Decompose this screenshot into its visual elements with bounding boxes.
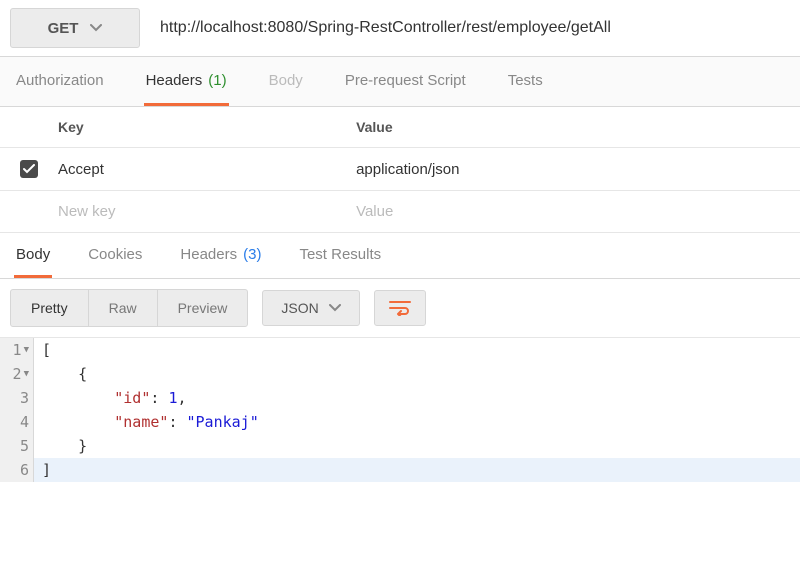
table-row: Accept application/json bbox=[0, 148, 800, 191]
response-tab-headers[interactable]: Headers (3) bbox=[178, 234, 263, 278]
line-number: 5 bbox=[0, 434, 34, 458]
code-line: 5 } bbox=[0, 434, 800, 458]
http-method-label: GET bbox=[48, 20, 79, 37]
response-toolbar: Pretty Raw Preview JSON bbox=[0, 279, 800, 338]
line-number: 4 bbox=[0, 410, 34, 434]
code-line: 2▼ { bbox=[0, 362, 800, 386]
chevron-down-icon bbox=[90, 24, 102, 32]
code-content: "id": 1, bbox=[34, 386, 800, 410]
line-number: 1▼ bbox=[0, 338, 34, 362]
view-pretty-button[interactable]: Pretty bbox=[11, 290, 89, 326]
headers-table: Key Value Accept application/json New ke… bbox=[0, 107, 800, 233]
fold-toggle-icon[interactable]: ▼ bbox=[24, 338, 29, 362]
checkmark-icon bbox=[23, 164, 35, 174]
header-key-cell[interactable]: Accept bbox=[44, 148, 342, 191]
code-content: [ bbox=[34, 338, 800, 362]
view-mode-segment: Pretty Raw Preview bbox=[10, 289, 248, 327]
language-dropdown[interactable]: JSON bbox=[262, 290, 359, 326]
code-content: ] bbox=[34, 458, 800, 482]
new-value-input[interactable]: Value bbox=[342, 191, 800, 233]
tab-tests[interactable]: Tests bbox=[506, 58, 545, 106]
code-line: 1▼[ bbox=[0, 338, 800, 362]
line-number: 6 bbox=[0, 458, 34, 482]
view-raw-button[interactable]: Raw bbox=[89, 290, 158, 326]
tab-body[interactable]: Body bbox=[267, 58, 305, 106]
response-tab-body[interactable]: Body bbox=[14, 234, 52, 278]
request-url-bar: GET bbox=[0, 0, 800, 57]
response-headers-count-badge: (3) bbox=[243, 246, 261, 263]
response-tab-tests[interactable]: Test Results bbox=[297, 234, 383, 278]
tab-headers[interactable]: Headers (1) bbox=[144, 58, 229, 106]
code-line: 4 "name": "Pankaj" bbox=[0, 410, 800, 434]
header-col-key: Key bbox=[44, 107, 342, 148]
code-content: { bbox=[34, 362, 800, 386]
chevron-down-icon bbox=[329, 304, 341, 312]
line-number: 3 bbox=[0, 386, 34, 410]
code-line: 3 "id": 1, bbox=[0, 386, 800, 410]
header-row-checkbox[interactable] bbox=[20, 160, 38, 178]
new-key-input[interactable]: New key bbox=[44, 191, 342, 233]
tab-prerequest[interactable]: Pre-request Script bbox=[343, 58, 468, 106]
code-content: "name": "Pankaj" bbox=[34, 410, 800, 434]
table-row-new: New key Value bbox=[0, 191, 800, 233]
response-tab-cookies[interactable]: Cookies bbox=[86, 234, 144, 278]
header-col-value: Value bbox=[342, 107, 800, 148]
response-body-viewer[interactable]: 1▼[2▼ {3 "id": 1,4 "name": "Pankaj"5 }6] bbox=[0, 338, 800, 482]
code-line: 6] bbox=[0, 458, 800, 482]
headers-count-badge: (1) bbox=[208, 72, 226, 89]
fold-toggle-icon[interactable]: ▼ bbox=[24, 362, 29, 386]
request-tabs: Authorization Headers (1) Body Pre-reque… bbox=[0, 57, 800, 107]
header-col-checkbox bbox=[0, 107, 44, 148]
line-number: 2▼ bbox=[0, 362, 34, 386]
wrap-icon bbox=[389, 300, 411, 316]
code-content: } bbox=[34, 434, 800, 458]
tab-authorization[interactable]: Authorization bbox=[14, 58, 106, 106]
url-input[interactable] bbox=[150, 8, 792, 48]
http-method-dropdown[interactable]: GET bbox=[10, 8, 140, 48]
view-preview-button[interactable]: Preview bbox=[158, 290, 248, 326]
response-tabs: Body Cookies Headers (3) Test Results bbox=[0, 233, 800, 279]
header-value-cell[interactable]: application/json bbox=[342, 148, 800, 191]
wrap-lines-button[interactable] bbox=[374, 290, 426, 326]
